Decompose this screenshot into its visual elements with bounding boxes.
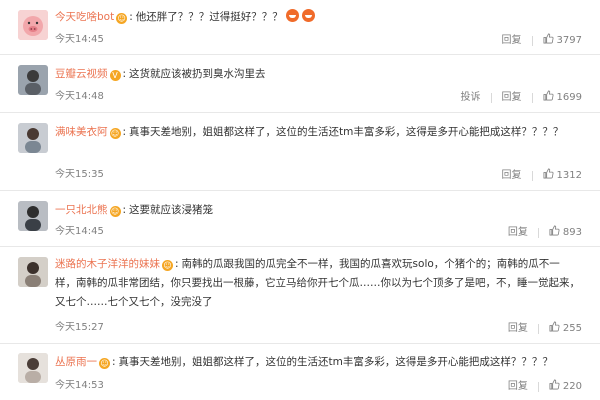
avatar[interactable] xyxy=(18,353,48,383)
like-count: 1312 xyxy=(556,170,582,181)
comment-actions: 回复 893 xyxy=(508,225,582,241)
reply-button[interactable]: 回复 xyxy=(508,226,528,240)
comment-time: 今天15:27 xyxy=(55,322,104,333)
reply-button[interactable]: 回复 xyxy=(502,34,522,48)
comment-item: 迷路的木子洋洋的妹妹 ☺: 南韩的瓜跟我国的瓜完全不一样，我国的瓜喜欢玩solo，个… xyxy=(0,247,600,343)
like-button[interactable]: 220 xyxy=(549,379,582,394)
reply-button[interactable]: 回复 xyxy=(502,169,522,183)
comment-actions: 回复 1312 xyxy=(502,168,582,184)
person-avatar-icon xyxy=(18,65,48,95)
comment-text: 他还胖了？？？过得挺好？？？ xyxy=(135,11,283,23)
username[interactable]: 满味美衣阿 xyxy=(55,126,108,138)
comment-list: 今天吃啥bot ☺: 他还胖了？？？过得挺好？？？ 今天14:45 回复 3797 豆… xyxy=(0,0,600,400)
thumbs-up-icon xyxy=(549,225,560,236)
person-avatar-icon xyxy=(18,353,48,383)
comment-item: 满味美衣阿 ☺: 真事天差地别，姐姐都这样了，这位的生活还tm丰富多彩，这得是多开心… xyxy=(0,113,600,190)
username[interactable]: 迷路的木子洋洋的妹妹 xyxy=(55,258,160,270)
avatar[interactable] xyxy=(18,10,48,40)
avatar[interactable] xyxy=(18,123,48,153)
member-badge-icon: ☺ xyxy=(109,206,121,217)
username[interactable]: 今天吃啥bot xyxy=(55,11,114,23)
reply-button[interactable]: 回复 xyxy=(508,322,528,336)
comment-item: 丛原雨一 ☺: 真事天差地别，姐姐都这样了，这位的生活还tm丰富多彩，这得是多开心能… xyxy=(0,344,600,400)
comment-time: 今天15:35 xyxy=(55,169,104,180)
like-button[interactable]: 1312 xyxy=(543,168,582,183)
laugh-emoji-icon xyxy=(301,9,315,22)
comment-text: 真事天差地别，姐姐都这样了，这位的生活还tm丰富多彩，这得是多开心能把成这样？？… xyxy=(118,356,553,368)
thumbs-up-icon xyxy=(543,33,554,44)
thumbs-up-icon xyxy=(549,321,560,332)
person-avatar-icon xyxy=(18,201,48,231)
thumbs-up-icon xyxy=(549,379,560,390)
comment-text: 真事天差地别，姐姐都这样了，这位的生活还tm丰富多彩，这得是多开心能把成这样？？… xyxy=(129,126,564,138)
pig-avatar-icon xyxy=(18,10,48,40)
comment-text: 这货就应该被扔到臭水沟里去 xyxy=(129,68,266,80)
comment-actions: 回复 220 xyxy=(508,379,582,395)
comment-actions: 回复 255 xyxy=(508,321,582,337)
username[interactable]: 丛原雨一 xyxy=(55,356,97,368)
person-avatar-icon xyxy=(18,123,48,153)
comment-text: 这要就应该浸猪笼 xyxy=(129,204,214,216)
like-count: 893 xyxy=(562,227,582,238)
comment-time: 今天14:53 xyxy=(55,380,104,391)
reply-button[interactable]: 回复 xyxy=(508,380,528,394)
comment-time: 今天14:45 xyxy=(55,226,104,237)
comment-actions: 回复 3797 xyxy=(502,33,582,49)
comment-actions: 投诉 回复 1699 xyxy=(461,90,582,106)
member-badge-icon: ☺ xyxy=(109,128,121,139)
username[interactable]: 豆瓣云视频 xyxy=(55,68,108,80)
avatar[interactable] xyxy=(18,201,48,231)
like-count: 3797 xyxy=(556,35,582,46)
like-count: 220 xyxy=(562,381,582,392)
comment-item: 豆瓣云视频 V: 这货就应该被扔到臭水沟里去 今天14:48 投诉 回复 1699 xyxy=(0,55,600,112)
member-badge-icon: ☺ xyxy=(116,13,128,24)
reply-button[interactable]: 回复 xyxy=(502,91,522,105)
comment-time: 今天14:48 xyxy=(55,91,104,102)
member-badge-icon: ☺ xyxy=(162,260,173,271)
avatar[interactable] xyxy=(18,257,48,287)
thumbs-up-icon xyxy=(543,168,554,179)
comment-time: 今天14:45 xyxy=(55,34,104,45)
person-avatar-icon xyxy=(18,257,48,287)
avatar[interactable] xyxy=(18,65,48,95)
comment-item: 今天吃啥bot ☺: 他还胖了？？？过得挺好？？？ 今天14:45 回复 3797 xyxy=(0,0,600,54)
like-count: 1699 xyxy=(556,92,582,103)
like-button[interactable]: 893 xyxy=(549,225,582,240)
member-badge-icon: ☺ xyxy=(99,358,110,369)
verified-badge-icon: V xyxy=(109,70,121,81)
comment-item: 一只北北熊 ☺: 这要就应该浸猪笼 今天14:45 回复 893 xyxy=(0,191,600,246)
report-button[interactable]: 投诉 xyxy=(461,91,481,105)
like-button[interactable]: 1699 xyxy=(543,90,582,105)
laugh-emoji-icon xyxy=(285,9,299,22)
like-button[interactable]: 255 xyxy=(549,321,582,336)
like-button[interactable]: 3797 xyxy=(543,33,582,48)
like-count: 255 xyxy=(562,323,582,334)
username[interactable]: 一只北北熊 xyxy=(55,204,108,216)
thumbs-up-icon xyxy=(543,90,554,101)
